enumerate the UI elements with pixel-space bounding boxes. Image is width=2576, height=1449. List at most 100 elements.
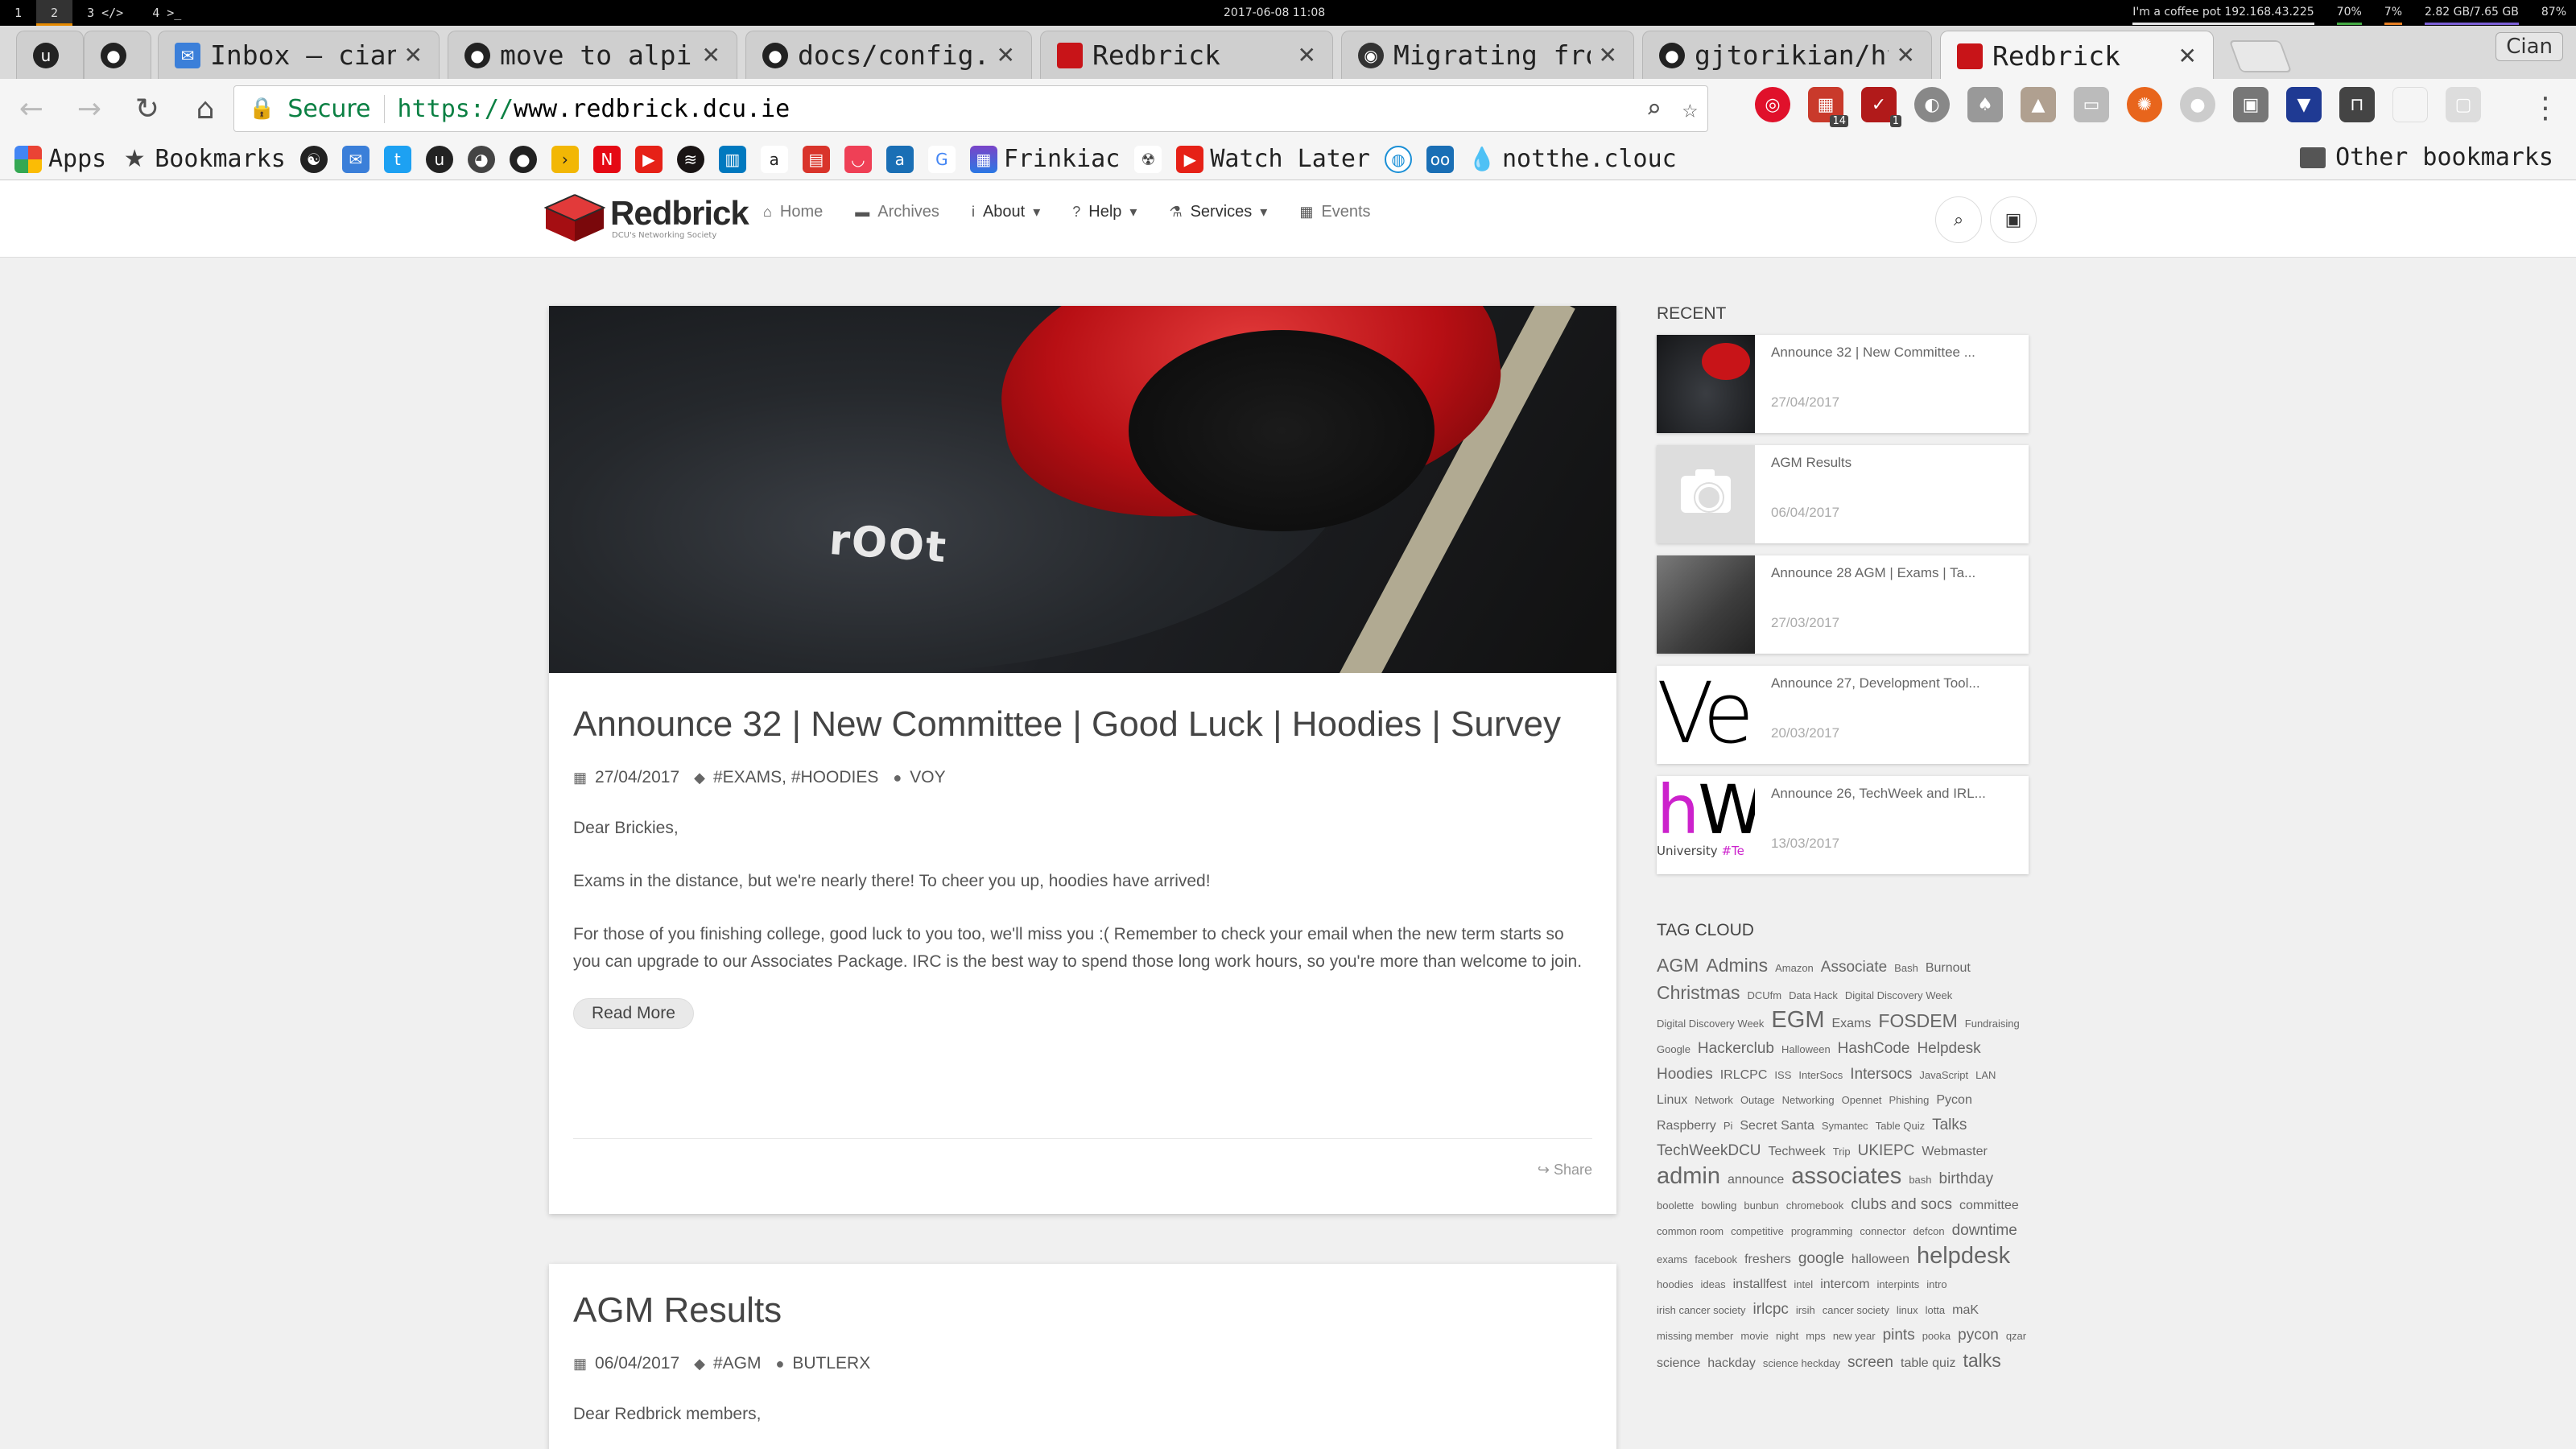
close-tab-icon[interactable]: ✕ (404, 42, 423, 68)
oo-icon[interactable]: oo (1426, 145, 1454, 173)
tag-link[interactable]: downtime (1952, 1218, 2017, 1243)
forward-button[interactable]: → (63, 82, 116, 135)
post-author[interactable]: BUTLERX (792, 1354, 870, 1373)
tag-link[interactable]: interpints (1877, 1272, 1920, 1297)
tag-link[interactable]: ideas (1701, 1272, 1726, 1297)
tag-link[interactable]: Associate (1821, 955, 1887, 980)
tag-link[interactable]: Networking (1782, 1088, 1835, 1113)
workspace-1[interactable]: 1 (0, 0, 36, 26)
tag-link[interactable]: birthday (1939, 1166, 1994, 1191)
tab-pinned-github[interactable]: ● (84, 31, 151, 79)
tab-redbrick-1[interactable]: Redbrick ✕ (1040, 31, 1333, 79)
globe-icon[interactable]: ◍ (1385, 145, 1412, 173)
bookmark-frinkiac[interactable]: ▦ Frinkiac (969, 145, 1120, 173)
tag-link[interactable]: Halloween (1781, 1037, 1831, 1062)
tag-link[interactable]: Exams (1831, 1011, 1871, 1036)
tag-link[interactable]: Fundraising (1965, 1011, 2020, 1036)
uv-icon[interactable]: u (425, 145, 453, 173)
tag-link[interactable]: Intersocs (1850, 1062, 1912, 1087)
tag-link[interactable]: ISS (1774, 1063, 1791, 1088)
tag-link[interactable]: maK (1952, 1298, 1979, 1323)
tag-link[interactable]: Christmas (1657, 980, 1740, 1005)
menu-icon[interactable]: ⋮ (2531, 92, 2560, 125)
bookmark-star-icon[interactable]: ☆ (1682, 93, 1698, 124)
radiation-icon[interactable]: ☢ (1134, 145, 1162, 173)
tag-link[interactable]: lotta (1926, 1298, 1946, 1323)
tag-link[interactable]: connector (1860, 1219, 1905, 1244)
lastpass-icon[interactable]: ◎ (1755, 87, 1790, 122)
tag-link[interactable]: Webmaster (1922, 1139, 1988, 1164)
grey-circle-icon[interactable]: ● (2180, 87, 2215, 122)
bookmark-watch-later[interactable]: ▶ Watch Later (1176, 145, 1370, 173)
nav-archives[interactable]: ▬ Archives (855, 203, 939, 221)
tab-docs-config[interactable]: ● docs/config.y ✕ (745, 31, 1032, 79)
recent-post-item[interactable]: Ve Announce 27, Development Tool... 20/0… (1657, 666, 2029, 764)
share-button[interactable]: ↪ Share (1538, 1162, 1592, 1178)
tag-link[interactable]: Data Hack (1789, 983, 1838, 1008)
gmail-checker-icon[interactable]: ▦ 14 (1808, 87, 1848, 127)
tag-link[interactable]: intel (1794, 1272, 1813, 1297)
tag-link[interactable]: bash (1909, 1167, 1931, 1192)
tag-link[interactable]: Burnout (1926, 956, 1971, 980)
shop-icon[interactable]: ▤ (802, 145, 830, 173)
zoom-icon[interactable]: ⌕ (1645, 93, 1661, 124)
compass-icon[interactable]: ◐ (1914, 87, 1950, 122)
tag-link[interactable]: programming (1791, 1219, 1853, 1244)
other-bookmarks[interactable]: Other bookmarks (2300, 143, 2553, 171)
account-button[interactable]: ▣ (1990, 196, 2037, 243)
new-tab-button[interactable] (2228, 40, 2293, 72)
todoist-icon[interactable]: ✓ 1 (1861, 87, 1901, 127)
bookmark-apps[interactable]: Apps (14, 145, 106, 173)
tag-link[interactable]: clubs and socs (1851, 1192, 1952, 1217)
recent-post-item[interactable]: AGM Results 06/04/2017 (1657, 445, 2029, 543)
tag-link[interactable]: irlcpc (1753, 1297, 1789, 1322)
evernote-icon[interactable]: ♠ (1967, 87, 2003, 122)
tag-link[interactable]: new year (1833, 1323, 1876, 1348)
spotify-icon[interactable]: ≋ (676, 145, 704, 173)
post-title[interactable]: Announce 32 | New Committee | Good Luck … (573, 702, 1592, 747)
search-button[interactable]: ⌕ (1935, 196, 1982, 243)
tag-link[interactable]: science (1657, 1351, 1700, 1376)
tag-link[interactable]: facebook (1695, 1247, 1737, 1272)
tab-migrating[interactable]: ◉ Migrating fro ✕ (1341, 31, 1634, 79)
tag-link[interactable]: LAN (1975, 1063, 1996, 1088)
tab-move-to-alpine[interactable]: ● move to alpin ✕ (448, 31, 737, 79)
tag-link[interactable]: FOSDEM (1878, 1009, 1957, 1034)
tag-link[interactable]: Raspberry (1657, 1113, 1716, 1138)
youtube-icon[interactable]: ▶ (634, 145, 663, 173)
tag-link[interactable]: movie (1740, 1323, 1769, 1348)
tag-link[interactable]: Hoodies (1657, 1062, 1713, 1087)
tag-link[interactable]: HashCode (1838, 1036, 1910, 1061)
tag-link[interactable]: Outage (1740, 1088, 1775, 1113)
tag-link[interactable]: installfest (1733, 1272, 1787, 1297)
tag-link[interactable]: DCUfm (1748, 983, 1782, 1008)
tag-link[interactable]: Digital Discovery Week (1657, 1011, 1764, 1036)
tag-link[interactable]: irsih (1796, 1298, 1815, 1323)
yin-yang-icon[interactable]: ☯ (299, 145, 328, 173)
nav-services[interactable]: ⚗ Services ▾ (1169, 203, 1267, 221)
tag-link[interactable]: table quiz (1901, 1351, 1956, 1376)
tag-link[interactable]: Google (1657, 1037, 1690, 1062)
recent-post-title[interactable]: Announce 32 | New Committee ... (1771, 345, 2029, 361)
close-tab-icon[interactable]: ✕ (1599, 42, 1617, 68)
tag-link[interactable]: bunbun (1744, 1193, 1778, 1218)
tag-link[interactable]: announce (1728, 1167, 1784, 1192)
tag-link[interactable]: intercom (1820, 1272, 1869, 1297)
amazon-icon[interactable]: a (760, 145, 788, 173)
tag-link[interactable]: committee (1959, 1193, 2019, 1218)
tag-link[interactable]: mps (1806, 1323, 1826, 1348)
nav-about[interactable]: i About ▾ (972, 203, 1040, 221)
tag-link[interactable]: Helpdesk (1917, 1036, 1980, 1061)
tag-link[interactable]: Pycon (1936, 1088, 1971, 1113)
bookmark-notthe-cloud[interactable]: 💧 notthe.clouc (1468, 145, 1677, 173)
post-hero-image[interactable]: rOOt (549, 306, 1616, 673)
inbox-icon[interactable]: ✉ (341, 145, 369, 173)
tag-link[interactable]: helpdesk (1917, 1244, 2010, 1269)
post-tags[interactable]: #AGM (713, 1354, 762, 1373)
blank-extension-icon[interactable] (2392, 87, 2428, 122)
reddit-icon[interactable]: ◕ (467, 145, 495, 173)
profile-button[interactable]: Cian (2496, 32, 2563, 61)
recent-post-title[interactable]: Announce 28 AGM | Exams | Ta... (1771, 565, 2029, 581)
tag-link[interactable]: halloween (1852, 1247, 1909, 1272)
tag-link[interactable]: cancer society (1823, 1298, 1889, 1323)
